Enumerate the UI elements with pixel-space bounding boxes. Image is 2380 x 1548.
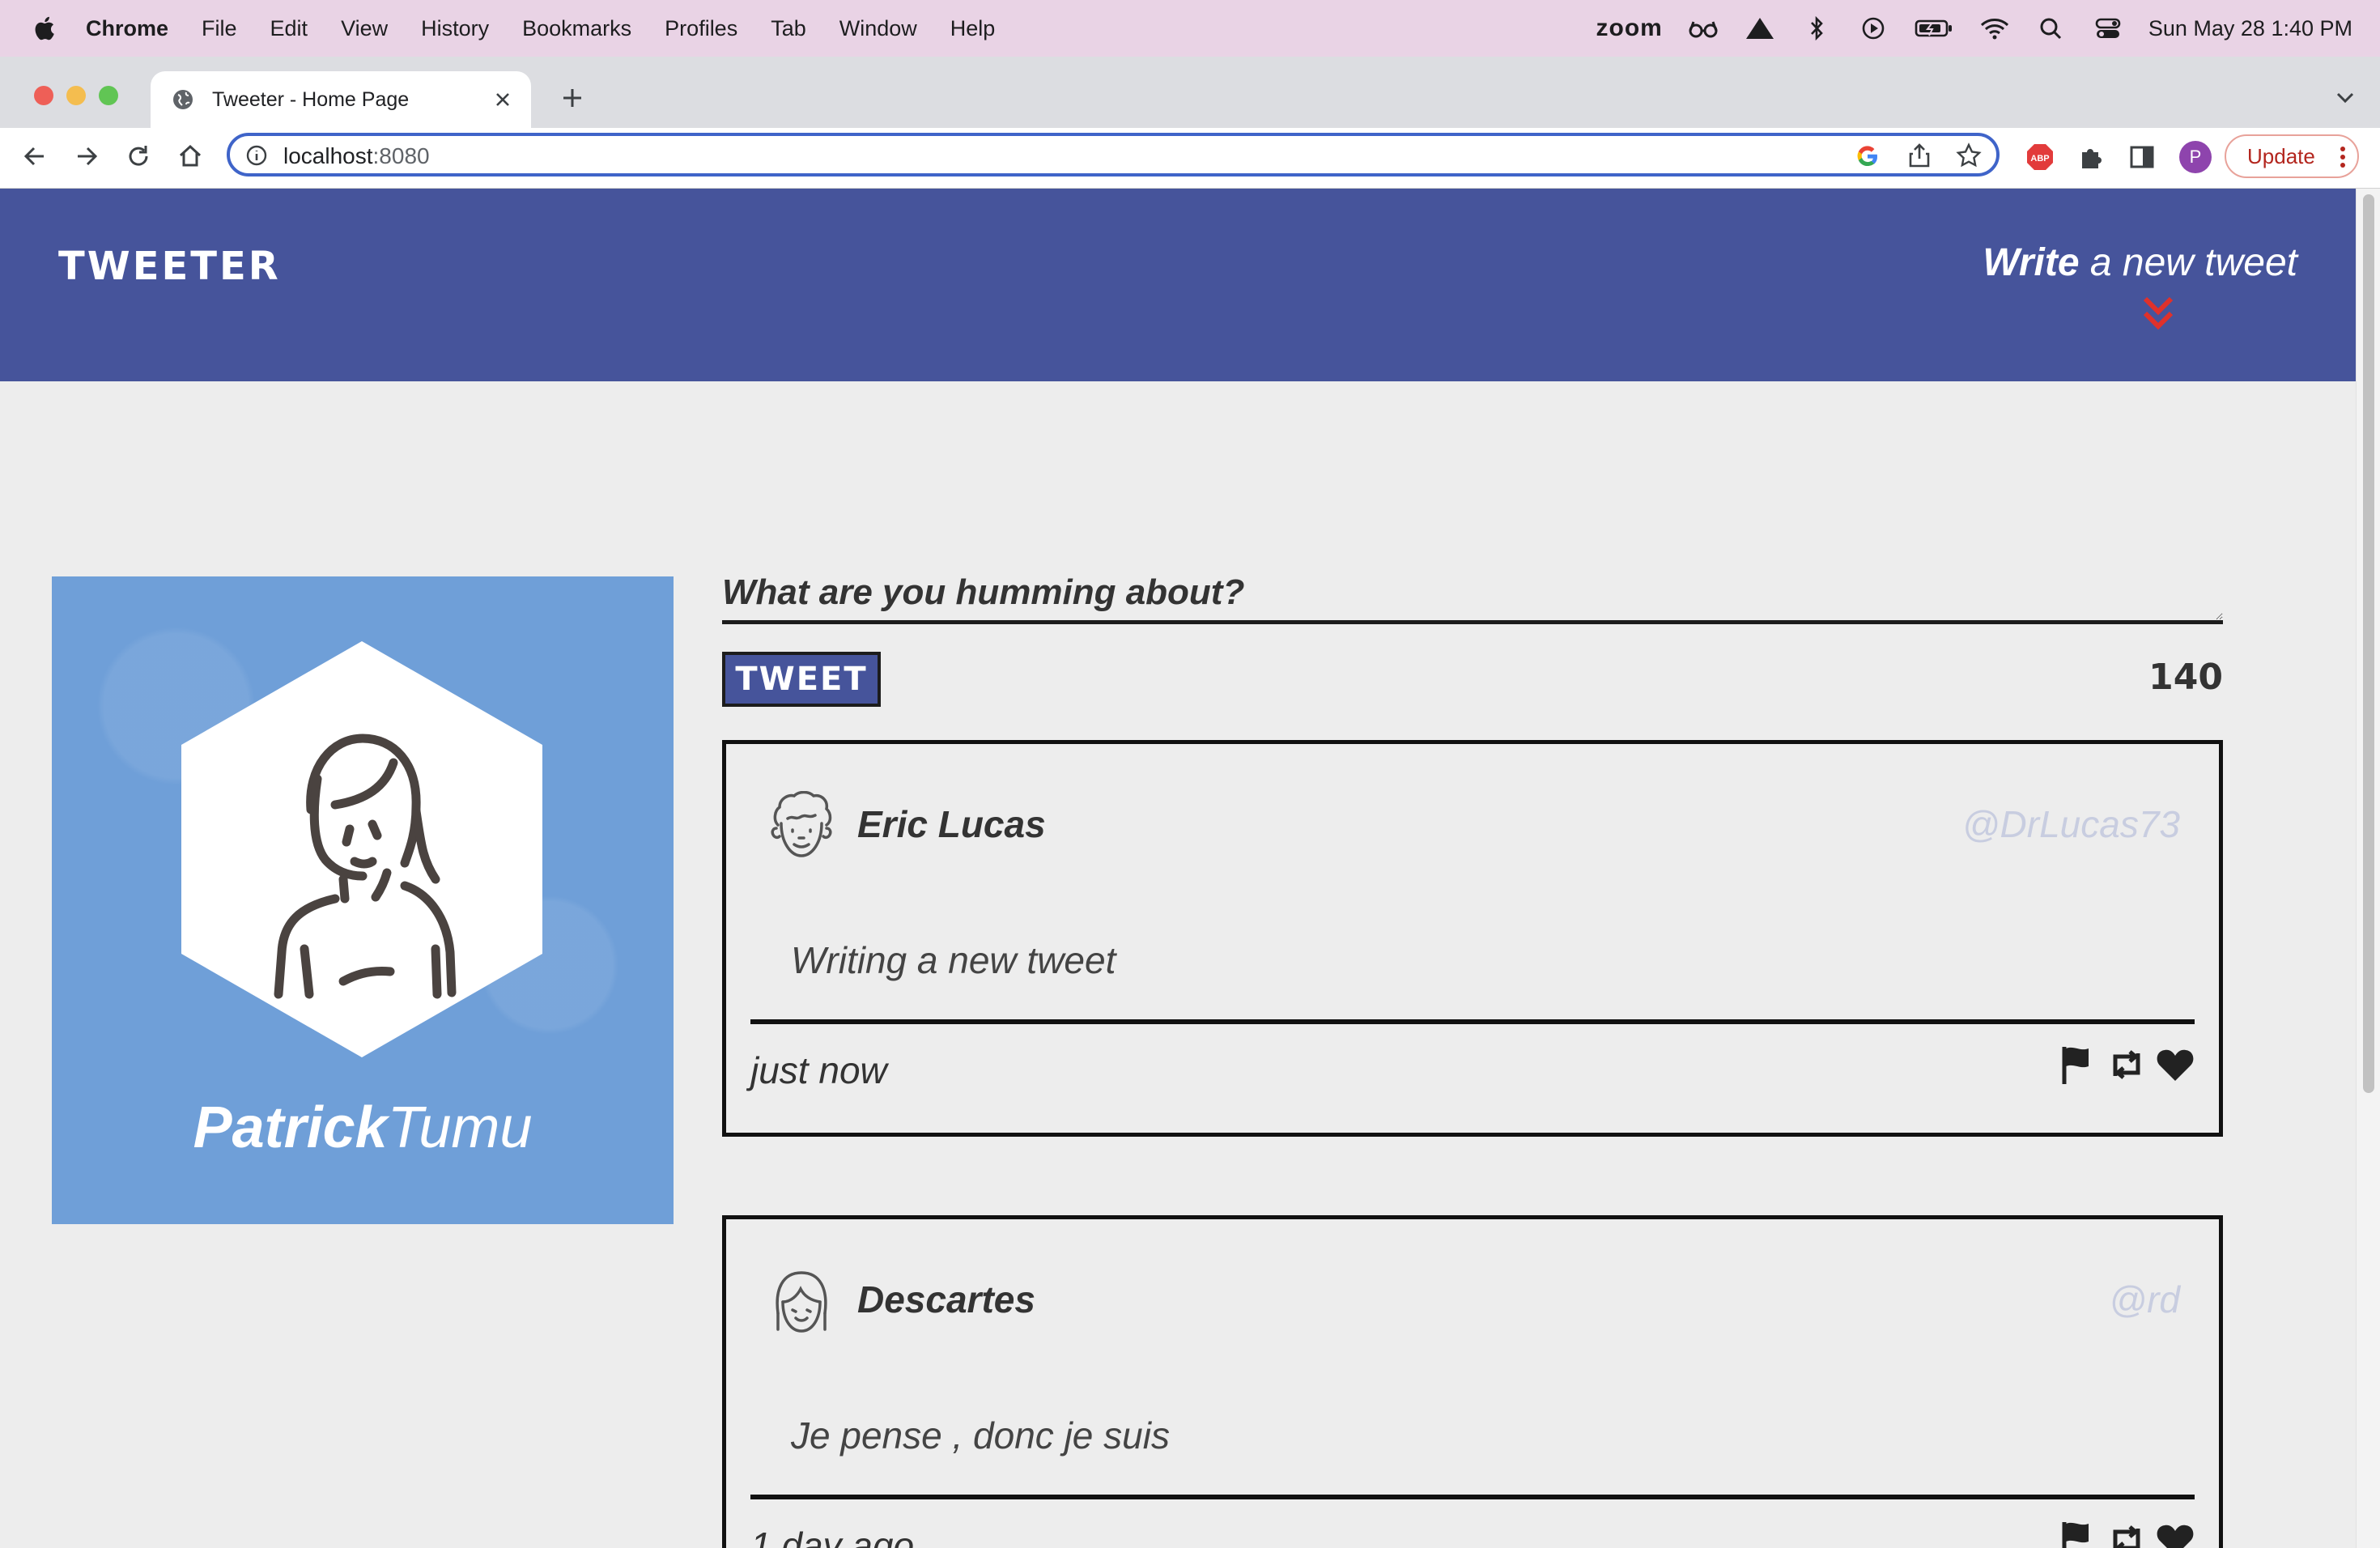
browser-tab-active[interactable]: Tweeter - Home Page (151, 71, 531, 128)
compose-toggle-strong: Write (1983, 241, 2080, 284)
tweet-divider (750, 1019, 2195, 1024)
menu-view[interactable]: View (341, 16, 388, 41)
close-icon[interactable] (494, 91, 512, 108)
tweet-actions (2051, 1044, 2196, 1086)
tweet-author-handle: @rd (2109, 1278, 2180, 1320)
adblock-icon[interactable]: ABP (2025, 142, 2055, 172)
update-button[interactable]: Update (2225, 134, 2359, 178)
url-host: localhost (283, 143, 373, 168)
tweet-author-name: Eric Lucas (857, 803, 1046, 845)
retweet-icon[interactable] (2106, 1044, 2148, 1086)
profile-last-name: Tumu (387, 1095, 533, 1160)
double-chevron-down-icon[interactable] (2140, 294, 2176, 331)
url-port: :8080 (372, 143, 430, 168)
menu-window[interactable]: Window (839, 16, 917, 41)
tweet-timestamp: 1 day ago (750, 1525, 915, 1548)
plus-icon[interactable] (560, 86, 584, 110)
update-label: Update (2247, 143, 2315, 168)
site-brand[interactable]: TWEETER (58, 244, 281, 289)
char-counter: 140 (2148, 657, 2223, 698)
tweet-submit-button[interactable]: TWEET (722, 652, 881, 707)
bluetooth-icon[interactable] (1800, 15, 1833, 41)
page-viewport: TWEETER Write a new tweet PatrickTumu Wh… (0, 189, 2356, 1548)
home-icon[interactable] (176, 142, 204, 170)
tweet-card: Eric Lucas @DrLucas73 Writing a new twee… (722, 740, 2223, 1137)
profile-avatar[interactable]: P (2179, 141, 2212, 173)
site-navbar: TWEETER Write a new tweet (0, 189, 2356, 381)
menu-help[interactable]: Help (950, 16, 996, 41)
share-icon[interactable] (1907, 142, 1932, 168)
puzzle-icon[interactable] (2077, 142, 2106, 172)
chevron-down-icon[interactable] (2335, 89, 2356, 105)
tweet-card: Descartes @rd Je pense , donc je suis 1 … (722, 1215, 2223, 1548)
tweet-textarea[interactable] (722, 572, 2223, 624)
heart-icon[interactable] (2154, 1044, 2196, 1086)
new-tweet-form: TWEET 140 (722, 572, 2223, 707)
tweet-divider (750, 1495, 2195, 1499)
menu-history[interactable]: History (421, 16, 489, 41)
globe-icon (173, 90, 193, 109)
apple-icon[interactable] (32, 15, 55, 42)
drive-icon[interactable] (1744, 15, 1776, 41)
battery-icon[interactable] (1914, 15, 1954, 41)
wifi-icon[interactable] (1978, 15, 2011, 41)
flag-icon[interactable] (2057, 1519, 2099, 1548)
menu-bookmarks[interactable]: Bookmarks (522, 16, 631, 41)
menu-edit[interactable]: Edit (270, 16, 308, 41)
menu-app-chrome[interactable]: Chrome (86, 16, 168, 41)
more-icon[interactable] (2340, 146, 2346, 168)
url-text[interactable]: localhost:8080 (283, 143, 430, 169)
write-new-tweet-toggle[interactable]: Write a new tweet (1983, 240, 2297, 285)
retweet-icon[interactable] (2106, 1519, 2148, 1548)
compose-toggle-rest: a new tweet (2079, 241, 2297, 284)
tab-title: Tweeter - Home Page (212, 87, 410, 111)
forward-icon[interactable] (73, 142, 100, 170)
macos-menubar: Chrome File Edit View History Bookmarks … (0, 0, 2380, 57)
tweet-author-handle: @DrLucas73 (1961, 803, 2180, 845)
zoom-status-item[interactable]: zoom (1596, 15, 1663, 42)
menu-file[interactable]: File (202, 16, 237, 41)
flag-icon[interactable] (2057, 1044, 2099, 1086)
tweet-timestamp: just now (750, 1049, 887, 1091)
star-icon[interactable] (1956, 142, 1982, 168)
glasses-icon[interactable] (1687, 15, 1719, 41)
profile-first-name: Patrick (193, 1095, 388, 1160)
girl-avatar-icon (776, 1271, 827, 1333)
tweet-text: Writing a new tweet (791, 939, 1116, 981)
search-icon[interactable] (2035, 15, 2068, 41)
reload-icon[interactable] (125, 142, 152, 170)
window-zoom-button[interactable] (99, 86, 118, 105)
man-avatar-icon (771, 791, 832, 857)
tweet-actions (2051, 1519, 2196, 1548)
heart-icon[interactable] (2154, 1519, 2196, 1548)
profile-avatar-hexagon (181, 641, 542, 1057)
menubar-clock[interactable]: Sun May 28 1:40 PM (2148, 16, 2352, 41)
svg-text:ABP: ABP (2030, 154, 2049, 164)
window-minimize-button[interactable] (66, 86, 86, 105)
control-center-icon[interactable] (2092, 15, 2124, 41)
page-scrollbar-thumb[interactable] (2363, 194, 2374, 1093)
profile-name: PatrickTumu (52, 1095, 674, 1161)
google-icon[interactable] (1855, 144, 1880, 168)
menu-tab[interactable]: Tab (771, 16, 806, 41)
tweet-author-name: Descartes (857, 1278, 1035, 1320)
tweet-text: Je pense , donc je suis (791, 1414, 1170, 1457)
address-bar[interactable]: localhost:8080 (227, 133, 2000, 176)
play-icon[interactable] (1857, 15, 1889, 41)
profile-card: PatrickTumu (52, 576, 674, 1224)
sidepanel-icon[interactable] (2127, 142, 2157, 172)
info-icon[interactable] (246, 145, 267, 166)
window-close-button[interactable] (34, 86, 53, 105)
menubar-status-area: zoom Sun May 28 1:40 PM (1572, 0, 2352, 57)
back-icon[interactable] (21, 142, 49, 170)
menu-profiles[interactable]: Profiles (665, 16, 737, 41)
